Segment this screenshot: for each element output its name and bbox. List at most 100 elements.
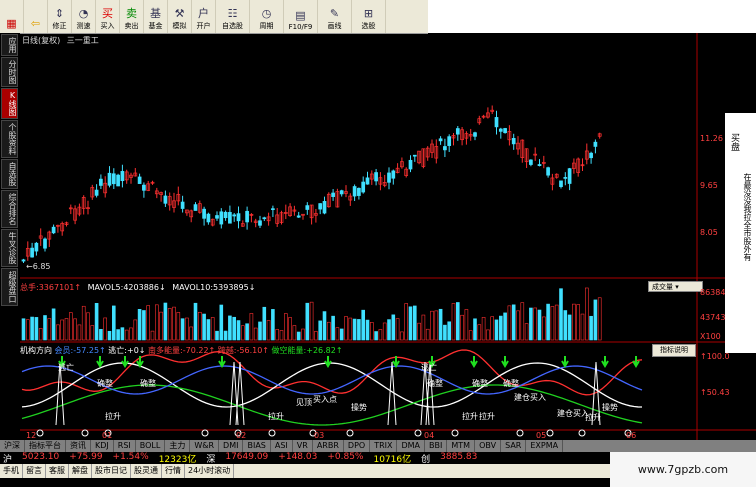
order-book-title: 买盘 — [729, 133, 739, 151]
price-axis-label: 9.65 — [700, 181, 718, 190]
date-axis-label: 12 — [26, 431, 37, 440]
volume-bar — [124, 329, 129, 341]
indicator-tab[interactable]: BOLL — [136, 440, 166, 452]
indicator-axis-label: ↑100.0 — [700, 352, 730, 361]
status-item[interactable]: 手机 — [0, 464, 23, 478]
volume-bar — [305, 302, 310, 341]
indicator-tab[interactable]: 指标平台 — [25, 440, 66, 452]
volume-bar — [490, 316, 495, 341]
indicator-tab[interactable]: 主力 — [165, 440, 191, 452]
indicator-tab[interactable]: BBI — [425, 440, 448, 452]
market-sh-label: 沪 — [3, 455, 13, 465]
indicator-annotation: 拉升 — [462, 412, 478, 421]
volume-bar — [236, 320, 241, 341]
indicator-tab[interactable]: TRIX — [370, 440, 398, 452]
volume-bar — [90, 325, 95, 341]
candlestick — [142, 184, 146, 191]
volume-bar — [64, 318, 69, 341]
volume-bar — [120, 327, 125, 341]
market-sh-amount: 12323亿 — [158, 455, 197, 465]
volume-bar — [275, 329, 280, 341]
indicator-tab[interactable]: EXPMA — [526, 440, 564, 452]
candlestick — [443, 146, 447, 151]
indicator-tab[interactable]: SAR — [501, 440, 527, 452]
candlestick — [498, 128, 503, 132]
status-item[interactable]: 留言 — [23, 464, 46, 478]
indicator-annotation: 拉升 — [585, 413, 601, 422]
indicator-tab[interactable]: DMI — [219, 440, 244, 452]
volume-bar — [150, 330, 155, 341]
volume-bar — [296, 331, 301, 341]
candlestick — [331, 192, 335, 197]
volume-bar — [520, 302, 525, 341]
indicator-tab[interactable]: ASI — [271, 440, 293, 452]
indicator-axis-label: ↑50.43 — [700, 388, 730, 397]
signal-dot — [36, 429, 44, 437]
indicator-tab[interactable]: 沪深 — [0, 440, 25, 452]
volume-bar — [494, 319, 499, 341]
indicator-annotation: 操势 — [602, 403, 618, 412]
status-item[interactable]: 24小时滚动 — [185, 464, 235, 478]
volume-bar — [159, 311, 163, 341]
candlestick — [30, 247, 34, 258]
status-item[interactable]: 股灵通 — [131, 464, 162, 478]
volume-bar — [593, 299, 598, 341]
indicator-annotation: 拉升 — [268, 412, 284, 421]
indicator-tab[interactable]: VR — [293, 440, 313, 452]
status-item[interactable]: 股市日记 — [92, 464, 131, 478]
volume-bar — [176, 312, 181, 341]
indicator-annotation: 见顶 — [296, 398, 312, 407]
date-axis-label: 01 — [102, 431, 113, 440]
volume-bar — [524, 323, 529, 341]
indicator-help-button[interactable]: 指标说明 — [652, 344, 696, 357]
market-sz-change: +148.03 — [278, 452, 318, 462]
indicator-tab[interactable]: OBV — [475, 440, 502, 452]
candlestick — [322, 201, 327, 214]
candlestick — [447, 136, 452, 146]
candlestick — [271, 208, 275, 211]
indicator-tab[interactable]: BIAS — [243, 440, 271, 452]
volume-bar — [30, 316, 34, 341]
status-item[interactable]: 解盘 — [69, 464, 92, 478]
volume-bar — [133, 319, 138, 341]
volume-bar — [374, 331, 378, 341]
volume-bar — [107, 330, 112, 341]
indicator-tab[interactable]: DMA — [397, 440, 426, 452]
indicator-tab[interactable]: DPO — [344, 440, 371, 452]
candlestick — [262, 217, 267, 220]
volume-bar — [34, 317, 39, 341]
indicator-tab[interactable]: MTM — [447, 440, 476, 452]
candlestick — [387, 172, 391, 183]
candlestick — [51, 226, 56, 234]
volume-bar — [21, 318, 26, 341]
mavol5-label: MAVOL5: — [87, 283, 124, 292]
volume-indicator-dropdown[interactable]: 成交量 ▾ — [648, 281, 703, 292]
low-price-marker: ←6.85 — [26, 262, 51, 271]
volume-bar — [202, 313, 206, 341]
candlestick — [94, 189, 99, 196]
price-axis-label: 8.05 — [700, 228, 718, 237]
indicator-item-label: 做空能量: — [271, 346, 307, 355]
signal-dot — [201, 429, 209, 437]
status-item[interactable]: 客服 — [46, 464, 69, 478]
volume-bar — [352, 318, 357, 341]
buy-signal-arrow — [470, 356, 478, 368]
date-axis-label: 03 — [314, 431, 325, 440]
buy-signal-arrow — [501, 356, 509, 368]
status-item[interactable]: 行情 — [162, 464, 185, 478]
volume-bar — [189, 326, 193, 341]
indicator-tab[interactable]: 资讯 — [66, 440, 91, 452]
volume-axis-label: X100 — [700, 332, 721, 341]
volume-bar — [339, 328, 344, 341]
candlestick — [215, 215, 219, 219]
volume-bar — [412, 305, 417, 341]
volume-bar — [155, 304, 159, 341]
candlestick — [473, 132, 477, 137]
indicator-tab[interactable]: RSI — [114, 440, 136, 452]
candlestick — [296, 215, 301, 218]
indicator-tab[interactable]: W&R — [190, 440, 220, 452]
volume-total-label: 总手: — [20, 283, 39, 292]
indicator-tab[interactable]: KDJ — [91, 440, 114, 452]
indicator-tab[interactable]: ARBR — [313, 440, 344, 452]
volume-bar — [533, 307, 538, 341]
